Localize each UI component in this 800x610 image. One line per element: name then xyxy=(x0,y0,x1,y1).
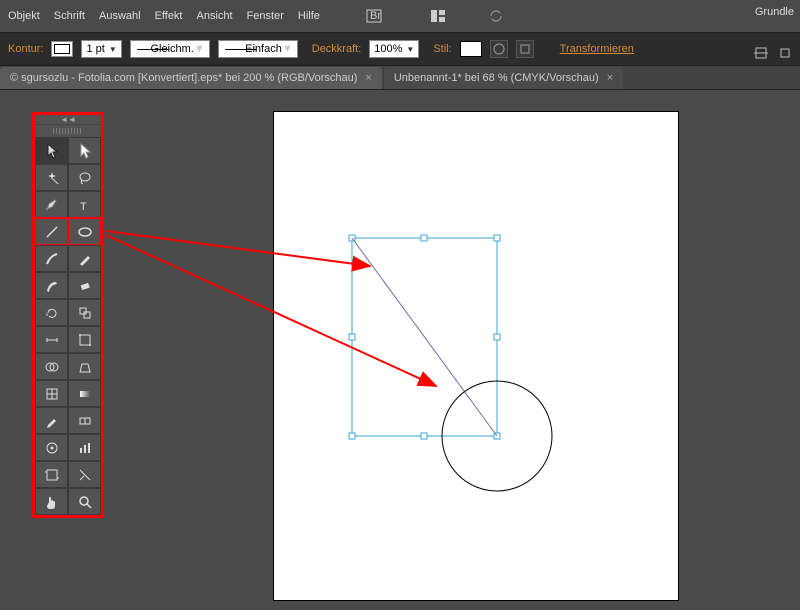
svg-text:T: T xyxy=(80,201,87,213)
tool-perspective[interactable] xyxy=(68,353,101,380)
tool-magic-wand[interactable] xyxy=(35,164,68,191)
tab-document-2[interactable]: Unbenannt-1* bei 68 % (CMYK/Vorschau)× xyxy=(384,67,623,89)
lasso-icon xyxy=(77,170,93,186)
tool-ellipse[interactable] xyxy=(68,218,101,245)
sync-icon[interactable] xyxy=(488,8,504,24)
magic-wand-icon xyxy=(44,170,60,186)
shape-builder-icon xyxy=(44,359,60,375)
menu-schrift[interactable]: Schrift xyxy=(54,10,85,22)
tab-document-1[interactable]: © sgursozlu - Fotolia.com [Konvertiert].… xyxy=(0,67,382,89)
tool-blob[interactable] xyxy=(35,272,68,299)
ellipse-icon xyxy=(77,224,93,240)
tool-type[interactable]: T xyxy=(68,191,101,218)
tool-shape-builder[interactable] xyxy=(35,353,68,380)
stroke-dash-2[interactable]: Einfach▼ xyxy=(218,40,298,58)
tool-graph[interactable] xyxy=(68,434,101,461)
tool-lasso[interactable] xyxy=(68,164,101,191)
graph-icon xyxy=(77,440,93,456)
style-label: Stil: xyxy=(433,43,451,55)
workspace: ◄◄ T xyxy=(0,90,800,600)
tool-mesh[interactable] xyxy=(35,380,68,407)
opacity-value[interactable]: 100%▼ xyxy=(369,40,419,58)
tool-pen[interactable] xyxy=(35,191,68,218)
svg-text:Br: Br xyxy=(370,10,381,22)
tool-direct-selection[interactable] xyxy=(68,137,101,164)
tool-gradient[interactable] xyxy=(68,380,101,407)
gradient-icon xyxy=(77,386,93,402)
zoom-icon xyxy=(77,494,93,510)
selection-icon xyxy=(45,143,59,159)
close-icon[interactable]: × xyxy=(607,72,613,84)
menu-bar: Objekt Schrift Auswahl Effekt Ansicht Fe… xyxy=(0,0,800,32)
menu-ansicht[interactable]: Ansicht xyxy=(197,10,233,22)
eraser-icon xyxy=(77,278,93,294)
stroke-dash-1[interactable]: Gleichm.▼ xyxy=(130,40,210,58)
menu-hilfe[interactable]: Hilfe xyxy=(298,10,320,22)
isolate-icon[interactable] xyxy=(752,44,770,62)
tool-scale[interactable] xyxy=(68,299,101,326)
crop-icon[interactable] xyxy=(776,44,794,62)
tool-eraser[interactable] xyxy=(68,272,101,299)
artboard[interactable] xyxy=(274,112,678,600)
stroke-label: Kontur: xyxy=(8,43,43,55)
tool-rotate[interactable] xyxy=(35,299,68,326)
tool-blend[interactable] xyxy=(68,407,101,434)
arrange-icon[interactable] xyxy=(430,8,446,24)
free-transform-icon xyxy=(77,332,93,348)
menu-effekt[interactable]: Effekt xyxy=(155,10,183,22)
tool-brush[interactable] xyxy=(35,245,68,272)
close-icon[interactable]: × xyxy=(365,72,371,84)
document-tabs: © sgursozlu - Fotolia.com [Konvertiert].… xyxy=(0,66,800,90)
collapse-handle[interactable]: ◄◄ xyxy=(35,115,101,125)
tool-eyedropper[interactable] xyxy=(35,407,68,434)
hand-icon xyxy=(44,494,60,510)
tool-width[interactable] xyxy=(35,326,68,353)
transform-link[interactable]: Transformieren xyxy=(560,43,634,55)
blob-icon xyxy=(44,278,60,294)
eyedropper-icon xyxy=(44,413,60,429)
tool-slice[interactable] xyxy=(68,461,101,488)
options-bar: Kontur: 1 pt▼ Gleichm.▼ Einfach▼ Deckkra… xyxy=(0,32,800,66)
type-icon: T xyxy=(77,197,93,213)
line-icon xyxy=(44,224,60,240)
menu-fenster[interactable]: Fenster xyxy=(247,10,284,22)
mesh-icon xyxy=(44,386,60,402)
tool-pencil[interactable] xyxy=(68,245,101,272)
blend-icon xyxy=(77,413,93,429)
scale-icon xyxy=(77,305,93,321)
brush-icon xyxy=(44,251,60,267)
tool-artboard[interactable] xyxy=(35,461,68,488)
stroke-weight[interactable]: 1 pt▼ xyxy=(81,40,121,58)
slice-icon xyxy=(77,467,93,483)
artboard-icon xyxy=(44,467,60,483)
tool-hand[interactable] xyxy=(35,488,68,515)
toolbox: ◄◄ T xyxy=(32,112,104,518)
tool-symbol[interactable] xyxy=(35,434,68,461)
recolor-icon[interactable] xyxy=(490,40,508,58)
style-swatch[interactable] xyxy=(460,41,482,57)
menu-objekt[interactable]: Objekt xyxy=(8,10,40,22)
tool-selection[interactable] xyxy=(35,137,68,164)
tool-line[interactable] xyxy=(35,218,68,245)
align-icon[interactable] xyxy=(516,40,534,58)
width-icon xyxy=(44,332,60,348)
direct-selection-icon xyxy=(78,143,92,159)
grip-handle[interactable] xyxy=(35,125,101,137)
symbol-icon xyxy=(44,440,60,456)
workspace-label[interactable]: Grundle xyxy=(755,6,794,18)
bridge-icon[interactable]: Br xyxy=(366,8,382,24)
stroke-swatch[interactable] xyxy=(51,41,73,57)
rotate-icon xyxy=(44,305,60,321)
perspective-icon xyxy=(77,359,93,375)
tool-zoom[interactable] xyxy=(68,488,101,515)
pencil-icon xyxy=(77,251,93,267)
pen-icon xyxy=(44,197,60,213)
menu-auswahl[interactable]: Auswahl xyxy=(99,10,141,22)
tool-free-transform[interactable] xyxy=(68,326,101,353)
opacity-label: Deckkraft: xyxy=(312,43,362,55)
